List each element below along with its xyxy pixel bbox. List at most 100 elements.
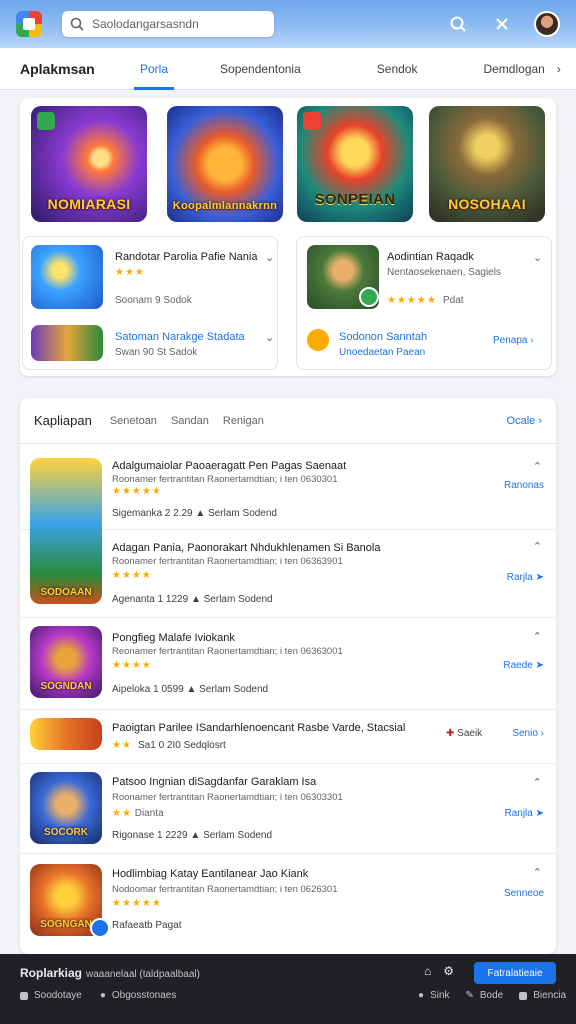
app-meta: Rigonase 1 2229 ▲ Serlam Sodend bbox=[112, 830, 272, 841]
app-description: Roonamer fertrantitan Raonertamdtian; i … bbox=[112, 556, 343, 567]
rating-stars: ★★★ bbox=[115, 267, 145, 278]
app-meta: Sa1 0 2I0 Sedqlosrt bbox=[138, 740, 226, 751]
app-action-link[interactable]: Ranonas bbox=[504, 480, 544, 491]
chevron-up-icon[interactable]: ⌃ bbox=[533, 866, 542, 879]
app-meta: Aipeloka 1 0599 ▲ Serlam Sodend bbox=[112, 684, 269, 695]
main-nav: Aplakmsan Porla Sopendentonia Sendok Dem… bbox=[0, 48, 576, 90]
list-item[interactable]: SOCORK Patsoo Ingnian diSagdanfar Garakl… bbox=[20, 764, 556, 854]
game-label: NOSOHAAI bbox=[448, 196, 526, 212]
list-item[interactable]: SOGNDAN Pongfieg Malafe Iviokank Reoname… bbox=[20, 618, 556, 710]
nav-more-chevron[interactable]: › bbox=[551, 48, 567, 90]
chevron-up-icon[interactable]: ⌃ bbox=[533, 460, 542, 473]
featured-card: NOMIARASI Koopalmlannakrnn SONPEIAN NOSO… bbox=[20, 98, 556, 376]
badge-icon bbox=[37, 112, 55, 130]
brand-title: Aplakmsan bbox=[20, 60, 95, 77]
bottom-right-item[interactable]: Sink bbox=[430, 990, 449, 1001]
tab-sopendentonia[interactable]: Sopendentonia bbox=[214, 48, 307, 90]
apps-more-link[interactable]: Ocale › bbox=[507, 415, 542, 427]
app-icon: SOGNDAN bbox=[30, 626, 102, 698]
app-action-link[interactable]: Senio › bbox=[512, 728, 544, 739]
bottom-icons: ⌂ ⚙ bbox=[424, 964, 454, 978]
game-label: Koopalmlannakrnn bbox=[172, 200, 278, 212]
tab-demdlogan[interactable]: Demdlogan bbox=[477, 48, 550, 90]
doc-icon bbox=[519, 991, 528, 1000]
bottom-primary-button[interactable]: Fatralatieaie bbox=[474, 962, 556, 984]
home-icon[interactable]: ⌂ bbox=[424, 964, 431, 978]
recommendation-card[interactable]: Randotar Parolia Pafie Nania ⌄ ★★★ Soona… bbox=[22, 236, 278, 370]
check-icon bbox=[359, 287, 379, 307]
tab-sendok[interactable]: Sendok bbox=[371, 48, 424, 90]
app-description: Reonamer fertrantitan Raonertamdtian; i … bbox=[112, 646, 343, 657]
bottom-left-items: Soodotaye ● Obgosstonaes bbox=[20, 990, 176, 1001]
app-title: Adalgumaiolar Paoaeragatt Pen Pagas Saen… bbox=[112, 460, 347, 472]
game-thumbnail[interactable]: NOMIARASI bbox=[31, 106, 147, 222]
app-description: Nodoomar fertrantitan Raonertamdtian; i … bbox=[112, 884, 338, 895]
rec-title: Randotar Parolia Pafie Nania bbox=[115, 251, 258, 263]
app-extra[interactable]: ✚ Saeik bbox=[446, 728, 482, 739]
bottom-right-items: ● Sink ✎ Bode Biencia bbox=[418, 990, 566, 1001]
game-thumbnail[interactable]: NOSOHAAI bbox=[429, 106, 545, 222]
bottom-title-group: Roplarkiag waaanelaal (taldpaalbaal) bbox=[20, 966, 200, 980]
bottom-title: Roplarkiag bbox=[20, 966, 83, 980]
apps-heading: Kapliapan bbox=[34, 413, 92, 428]
chevron-up-icon[interactable]: ⌃ bbox=[533, 540, 542, 553]
list-item[interactable]: Paoigtan Parilee ISandarhlenoencant Rasb… bbox=[20, 710, 556, 764]
chevron-down-icon[interactable]: ⌄ bbox=[265, 251, 274, 264]
bottom-left-item[interactable]: Soodotaye bbox=[34, 990, 82, 1001]
search-icon[interactable] bbox=[446, 12, 470, 36]
tab-porla[interactable]: Porla bbox=[134, 48, 175, 90]
apps-tab[interactable]: Senetoan bbox=[110, 415, 157, 427]
app-icon bbox=[30, 718, 102, 750]
box-icon bbox=[20, 991, 28, 1000]
rec-item-meta: Swan 90 St Sadok bbox=[115, 347, 198, 358]
app-icon-label: SOCORK bbox=[44, 827, 88, 838]
verified-icon bbox=[90, 918, 110, 938]
game-thumbnail[interactable]: SONPEIAN bbox=[297, 106, 413, 222]
app-title: Adagan Pania, Paonorakart Nhdukhlenamen … bbox=[112, 542, 381, 554]
bottom-subtitle: waaanelaal (taldpaalbaal) bbox=[86, 969, 200, 980]
list-item[interactable]: SODOAAN Adalgumaiolar Paoaeragatt Pen Pa… bbox=[20, 452, 556, 604]
app-logo[interactable] bbox=[16, 11, 42, 37]
chevron-down-icon[interactable]: ⌄ bbox=[533, 251, 542, 264]
chevron-up-icon[interactable]: ⌃ bbox=[533, 630, 542, 643]
list-item[interactable]: Adagan Pania, Paonorakart Nhdukhlenamen … bbox=[20, 530, 556, 618]
list-item[interactable]: SOGNGAN Hodlimbiag Katay Eantilanear Jao… bbox=[20, 854, 556, 954]
rec-item-meta: Unoedaetan Paean bbox=[339, 347, 426, 358]
rec-item-title: Sodonon Sanntah bbox=[339, 331, 428, 343]
game-thumbnail[interactable]: Koopalmlannakrnn bbox=[167, 106, 283, 222]
bottom-right-item[interactable]: Bode bbox=[480, 990, 503, 1001]
bottom-right-item[interactable]: Biencia bbox=[533, 990, 566, 1001]
app-meta: Rafaeatb Pagat bbox=[112, 920, 182, 931]
apps-tab[interactable]: Renigan bbox=[223, 415, 264, 427]
app-action-link[interactable]: Senneoe bbox=[504, 888, 544, 899]
app-action-link[interactable]: Raede ➤ bbox=[503, 660, 544, 671]
rating-stars: ★★★★★ bbox=[112, 486, 162, 497]
app-meta: Agenanta 1 1229 ▲ Serlam Sodend bbox=[112, 594, 273, 605]
app-description: Roonamer fertrantitan Raonertamdtian; i … bbox=[112, 792, 343, 803]
info-icon: ● bbox=[99, 990, 106, 1001]
search-input[interactable]: Saolodangarsasndn bbox=[62, 11, 274, 37]
apps-list-card: Kapliapan Senetoan Sandan Renigan Ocale … bbox=[20, 398, 556, 954]
app-icon bbox=[31, 245, 103, 309]
close-icon[interactable] bbox=[490, 12, 514, 36]
tag-icon: ✚ bbox=[446, 728, 455, 739]
app-icon bbox=[31, 325, 103, 361]
star-badge-icon bbox=[307, 329, 329, 351]
app-action-link[interactable]: Rarjla ➤ bbox=[507, 572, 544, 583]
rating-row: ★★ Dianta bbox=[112, 808, 164, 819]
chevron-up-icon[interactable]: ⌃ bbox=[533, 776, 542, 789]
apps-tab[interactable]: Sandan bbox=[171, 415, 209, 427]
app-icon: SOCORK bbox=[30, 772, 102, 844]
bottom-left-item[interactable]: Obgosstonaes bbox=[112, 990, 177, 1001]
avatar[interactable] bbox=[534, 11, 560, 37]
settings-icon[interactable]: ⚙ bbox=[443, 964, 454, 978]
game-label: NOMIARASI bbox=[47, 196, 131, 212]
app-action-link[interactable]: Ranjla ➤ bbox=[504, 808, 544, 819]
search-icon bbox=[70, 17, 84, 31]
rating-stars: ★★★★ bbox=[112, 660, 152, 671]
recommendation-card[interactable]: Aodintian Raqadk ⌄ Nentaosekenaen, Sagie… bbox=[296, 236, 552, 370]
chevron-down-icon[interactable]: ⌄ bbox=[265, 331, 274, 344]
button-label: Fatralatieaie bbox=[487, 967, 543, 979]
app-title: Hodlimbiag Katay Eantilanear Jao Kiank bbox=[112, 868, 309, 880]
rec-action-link[interactable]: Penapa › bbox=[493, 335, 534, 346]
